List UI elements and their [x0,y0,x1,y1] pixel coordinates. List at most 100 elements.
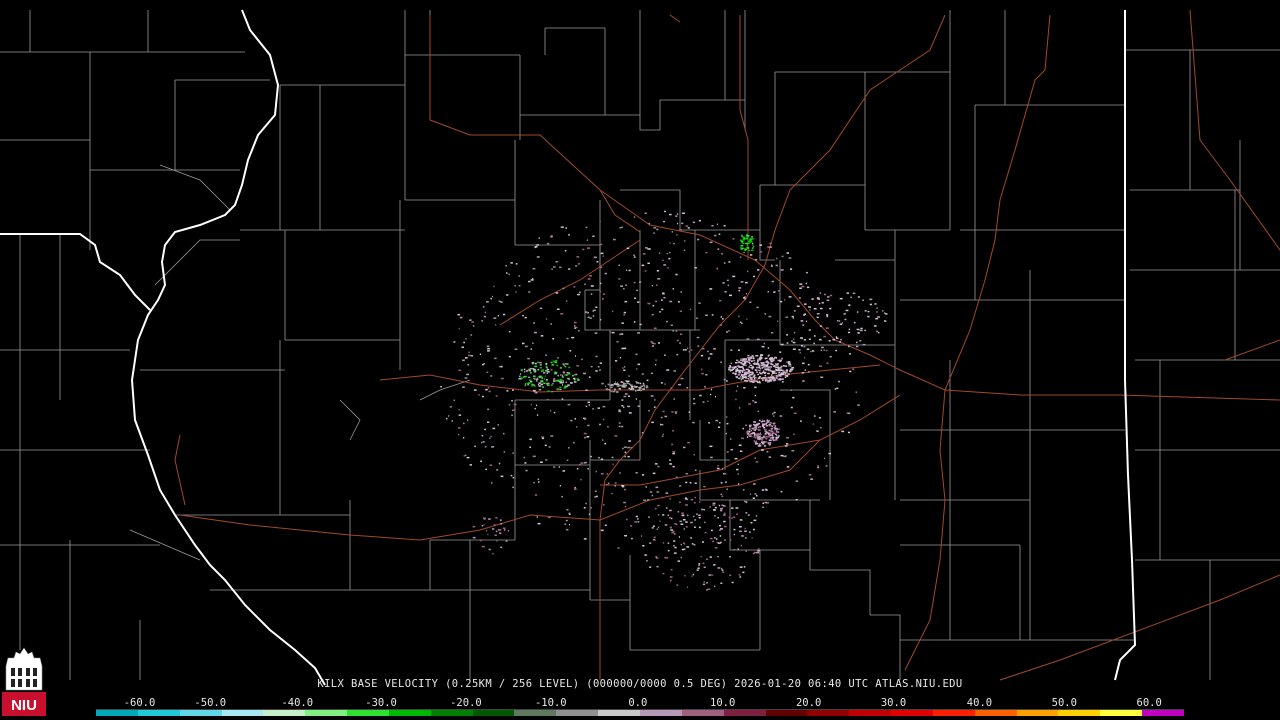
echo-pixel [672,330,674,332]
echo-pixel [538,382,541,384]
echo-pixel [716,467,720,470]
echo-pixel [780,269,784,271]
echo-pixel [755,440,757,442]
echo-pixel [857,296,860,298]
echo-pixel [729,556,731,558]
echo-pixel [675,523,678,526]
echo-pixel [745,375,747,378]
echo-pixel [738,372,741,374]
echo-pixel [645,247,648,249]
echo-pixel [589,275,592,277]
echo-pixel [768,354,770,356]
echo-pixel [713,234,717,237]
echo-pixel [553,411,556,414]
echo-pixel [766,451,769,453]
echo-pixel [543,378,545,380]
echo-pixel [574,486,576,489]
echo-pixel [646,385,648,387]
echo-pixel [775,430,778,432]
echo-pixel [527,357,530,360]
echo-pixel [674,533,676,535]
echo-pixel [614,360,618,362]
echo-pixel [756,437,759,439]
echo-pixel [761,377,763,380]
echo-pixel [784,374,786,376]
echo-pixel [780,454,784,457]
echo-pixel [802,380,805,382]
echo-pixel [720,582,723,584]
echo-pixel [472,525,476,528]
echo-pixel [720,508,723,510]
colorbar-label: -10.0 [534,697,567,709]
echo-pixel [662,572,665,575]
echo-pixel [757,373,760,376]
echo-pixel [585,311,587,313]
echo-pixel [566,363,569,365]
echo-pixel [681,512,684,514]
echo-pixel [651,494,653,497]
echo-pixel [637,521,640,523]
echo-pixel [533,322,535,324]
echo-pixel [884,320,887,322]
echo-pixel [736,468,739,471]
echo-pixel [560,226,564,228]
echo-pixel [738,287,742,289]
echo-pixel [756,380,758,383]
echo-pixel [568,447,570,449]
echo-pixel [536,414,539,416]
colorbar-label: -50.0 [194,697,227,709]
echo-pixel [839,320,841,322]
echo-pixel [685,526,688,528]
echo-pixel [722,468,724,470]
echo-pixel [787,373,790,375]
echo-pixel [667,542,670,544]
echo-pixel [614,435,618,437]
echo-pixel [742,363,745,366]
echo-pixel [500,475,504,478]
echo-pixel [714,515,716,517]
echo-pixel [564,374,567,376]
echo-pixel [745,368,749,371]
echo-pixel [754,493,757,495]
echo-pixel [529,379,532,381]
echo-pixel [816,316,819,319]
echo-pixel [662,259,664,262]
echo-pixel [559,367,562,369]
echo-pixel [719,421,721,424]
echo-pixel [556,380,559,382]
echo-pixel [779,351,782,353]
echo-pixel [609,331,612,334]
echo-pixel [590,293,593,295]
echo-pixel [621,485,625,487]
echo-pixel [705,251,708,254]
echo-pixel [769,442,772,444]
echo-pixel [724,291,727,293]
echo-pixel [508,355,511,358]
echo-pixel [717,248,720,250]
echo-pixel [726,416,728,418]
echo-pixel [491,482,493,484]
echo-pixel [683,249,686,251]
echo-pixel [666,557,669,559]
echo-pixel [772,413,774,415]
echo-pixel [766,420,768,423]
echo-pixel [532,342,534,344]
echo-pixel [726,488,728,490]
echo-pixel [652,539,656,541]
echo-pixel [656,228,659,231]
echo-pixel [553,266,556,268]
echo-pixel [717,426,721,428]
echo-pixel [487,387,490,389]
echo-pixel [490,375,493,377]
echo-pixel [853,321,856,324]
echo-pixel [483,517,486,519]
echo-pixel [758,443,760,445]
echo-pixel [523,368,526,371]
echo-pixel [806,286,810,289]
echo-pixel [742,242,745,244]
echo-pixel [597,407,600,409]
echo-pixel [768,315,772,318]
echo-pixel [799,283,803,285]
echo-pixel [491,446,495,448]
echo-pixel [781,381,784,383]
